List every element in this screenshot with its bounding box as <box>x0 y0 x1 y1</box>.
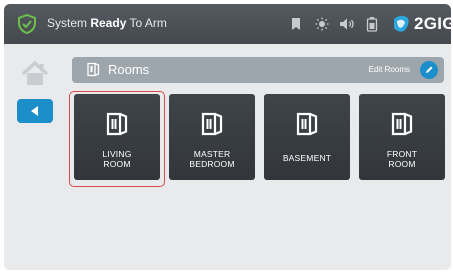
bookmark-icon[interactable] <box>289 16 303 32</box>
pencil-icon <box>426 66 433 73</box>
room-tile-master-bedroom[interactable]: MASTER BEDROOM <box>169 94 255 180</box>
brand-swirl-icon <box>394 15 409 32</box>
battery-icon <box>366 17 378 32</box>
volume-icon[interactable] <box>339 16 355 32</box>
door-icon <box>106 112 128 136</box>
panel-screen: System Ready To Arm 2GIG Rooms Edit Room… <box>4 4 451 270</box>
room-tile-basement[interactable]: BASEMENT <box>264 94 350 180</box>
room-label: MASTER BEDROOM <box>189 149 235 169</box>
edit-rooms-label[interactable]: Edit Rooms <box>369 65 410 74</box>
room-label: BASEMENT <box>282 153 332 163</box>
brand-logo: 2GIG <box>390 12 451 36</box>
status-bar: System Ready To Arm 2GIG <box>4 4 451 44</box>
door-icon <box>296 112 318 136</box>
rooms-header: Rooms Edit Rooms <box>72 57 444 83</box>
room-label: LIVING ROOM <box>102 149 132 169</box>
system-status-state: Ready <box>90 16 127 30</box>
room-tile-front-room[interactable]: FRONT ROOM <box>359 94 445 180</box>
door-icon <box>201 112 223 136</box>
home-icon[interactable] <box>20 60 50 88</box>
room-tile-living-room[interactable]: LIVING ROOM <box>74 94 160 180</box>
edit-rooms-button[interactable] <box>420 61 438 79</box>
door-icon <box>391 112 413 136</box>
brand-name: 2GIG <box>414 14 451 33</box>
shield-check-icon <box>18 13 36 35</box>
room-label: FRONT ROOM <box>386 149 418 169</box>
system-status: System Ready To Arm <box>47 16 167 30</box>
rooms-title: Rooms <box>108 62 150 77</box>
arrow-left-icon <box>31 106 38 116</box>
brightness-icon[interactable] <box>315 16 329 32</box>
back-button[interactable] <box>17 99 53 123</box>
door-icon <box>87 62 100 77</box>
